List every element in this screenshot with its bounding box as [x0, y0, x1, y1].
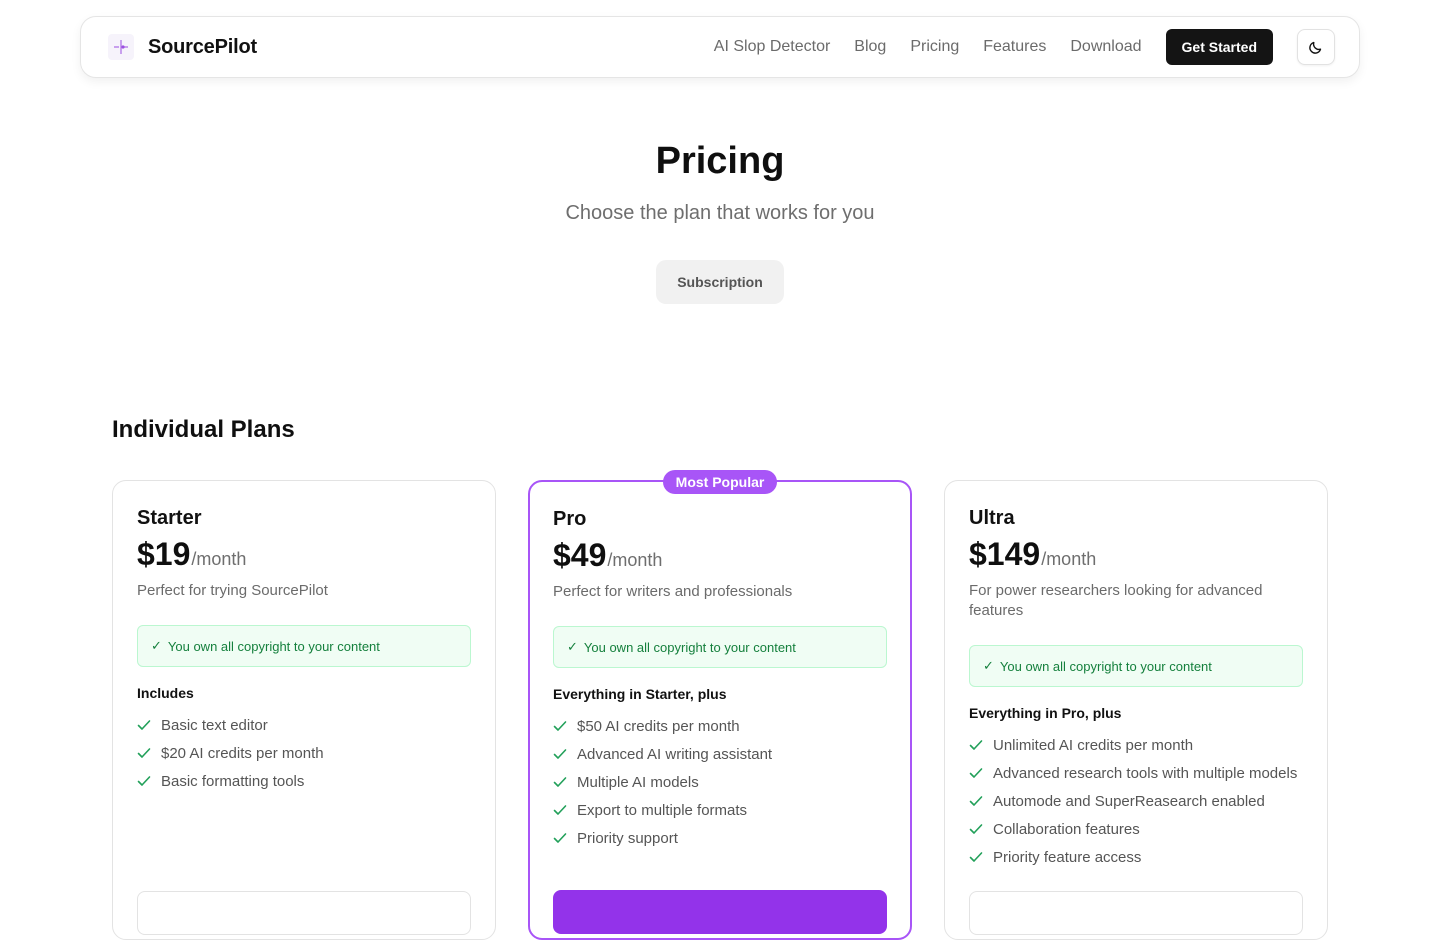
page-title: Pricing	[655, 140, 785, 182]
feature-label: Basic text editor	[161, 716, 268, 734]
plan-price: $149	[969, 536, 1041, 572]
feature-list: Unlimited AI credits per month Advanced …	[969, 731, 1303, 871]
copyright-notice: ✓ You own all copyright to your content	[137, 625, 471, 667]
check-icon	[137, 748, 151, 758]
plan-price: $49	[553, 537, 607, 573]
plan-name: Starter	[137, 507, 202, 529]
brand-name: SourcePilot	[148, 35, 257, 58]
top-navbar: SourcePilot AI Slop Detector Blog Pricin…	[80, 16, 1360, 78]
feature-item: Priority feature access	[969, 843, 1303, 871]
copyright-text: You own all copyright to your content	[999, 658, 1212, 674]
price-row: $19 /month	[137, 536, 471, 573]
section-title: Individual Plans	[112, 416, 295, 443]
price-row: $49 /month	[553, 537, 887, 574]
feature-label: $50 AI credits per month	[577, 717, 740, 735]
feature-item: Advanced AI writing assistant	[553, 740, 887, 768]
includes-title: Everything in Starter, plus	[553, 686, 727, 702]
get-started-button[interactable]: Get Started	[1165, 29, 1273, 65]
nav-link-ai-slop-detector[interactable]: AI Slop Detector	[714, 38, 831, 56]
check-icon: ✓	[567, 639, 578, 654]
check-icon	[553, 749, 567, 759]
copyright-text: You own all copyright to your content	[583, 639, 796, 655]
check-icon	[969, 768, 983, 778]
select-starter-button[interactable]	[137, 891, 471, 935]
plan-description: For power researchers looking for advanc…	[969, 582, 1263, 619]
feature-label: Export to multiple formats	[577, 801, 748, 819]
check-icon	[969, 824, 983, 834]
brand[interactable]: SourcePilot	[108, 34, 257, 60]
feature-label: Automode and SuperReasearch enabled	[993, 792, 1265, 810]
feature-item: $50 AI credits per month	[553, 712, 887, 740]
plan-period: /month	[607, 550, 663, 570]
feature-list: $50 AI credits per month Advanced AI wri…	[553, 712, 887, 852]
nav-links: AI Slop Detector Blog Pricing Features D…	[714, 38, 1142, 56]
check-icon	[553, 777, 567, 787]
plan-price: $19	[137, 536, 191, 572]
plan-card-starter: Starter $19 /month Perfect for trying So…	[112, 480, 496, 940]
nav-link-blog[interactable]: Blog	[854, 38, 886, 56]
nav-link-download[interactable]: Download	[1070, 38, 1141, 56]
feature-item: Export to multiple formats	[553, 796, 887, 824]
check-icon	[969, 852, 983, 862]
feature-label: Advanced research tools with multiple mo…	[993, 764, 1298, 782]
check-icon	[969, 796, 983, 806]
feature-item: Basic formatting tools	[137, 767, 471, 795]
includes-title: Includes	[137, 685, 194, 701]
plan-description: Perfect for writers and professionals	[553, 583, 793, 600]
check-icon	[553, 721, 567, 731]
check-icon: ✓	[151, 638, 162, 653]
price-row: $149 /month	[969, 536, 1303, 573]
feature-label: Basic formatting tools	[161, 772, 305, 790]
plan-period: /month	[1041, 549, 1097, 569]
most-popular-badge: Most Popular	[663, 470, 777, 494]
sparkle-logo-icon	[108, 34, 134, 60]
feature-list: Basic text editor $20 AI credits per mon…	[137, 711, 471, 795]
check-icon: ✓	[983, 658, 994, 673]
feature-label: Priority support	[577, 829, 678, 847]
moon-icon	[1309, 41, 1322, 54]
plan-description: Perfect for trying SourcePilot	[137, 582, 328, 599]
copyright-notice: ✓ You own all copyright to your content	[969, 645, 1303, 687]
feature-item: $20 AI credits per month	[137, 739, 471, 767]
feature-item: Advanced research tools with multiple mo…	[969, 759, 1303, 787]
feature-item: Automode and SuperReasearch enabled	[969, 787, 1303, 815]
feature-item: Basic text editor	[137, 711, 471, 739]
plan-card-pro: Most Popular Pro $49 /month Perfect for …	[528, 470, 912, 940]
subscription-toggle[interactable]: Subscription	[656, 260, 784, 304]
feature-label: Collaboration features	[993, 820, 1140, 838]
select-ultra-button[interactable]	[969, 891, 1303, 935]
check-icon	[553, 805, 567, 815]
feature-item: Multiple AI models	[553, 768, 887, 796]
check-icon	[969, 740, 983, 750]
page-subtitle: Choose the plan that works for you	[565, 202, 875, 224]
theme-toggle-button[interactable]	[1297, 29, 1335, 65]
includes-title: Everything in Pro, plus	[969, 705, 1122, 721]
feature-label: Unlimited AI credits per month	[993, 736, 1194, 754]
nav-link-pricing[interactable]: Pricing	[910, 38, 959, 56]
plan-card-ultra: Ultra $149 /month For power researchers …	[944, 480, 1328, 940]
feature-item: Collaboration features	[969, 815, 1303, 843]
copyright-notice: ✓ You own all copyright to your content	[553, 626, 887, 668]
feature-label: Priority feature access	[993, 848, 1142, 866]
feature-item: Priority support	[553, 824, 887, 852]
select-pro-button[interactable]	[553, 890, 887, 934]
feature-label: $20 AI credits per month	[161, 744, 324, 762]
plan-name: Ultra	[969, 507, 1015, 529]
feature-item: Unlimited AI credits per month	[969, 731, 1303, 759]
check-icon	[553, 833, 567, 843]
check-icon	[137, 720, 151, 730]
plan-period: /month	[191, 549, 247, 569]
feature-label: Multiple AI models	[577, 773, 699, 791]
copyright-text: You own all copyright to your content	[167, 638, 380, 654]
feature-label: Advanced AI writing assistant	[577, 745, 773, 763]
check-icon	[137, 776, 151, 786]
plan-name: Pro	[553, 508, 587, 530]
nav-link-features[interactable]: Features	[983, 38, 1046, 56]
